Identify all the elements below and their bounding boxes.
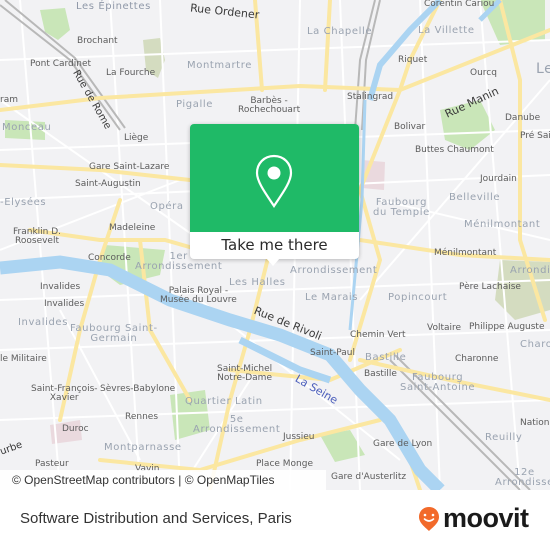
- map-label-liege: Liège: [124, 133, 149, 143]
- map-label-les-halles: Les Halles: [229, 277, 286, 288]
- map-attribution[interactable]: © OpenStreetMap contributors | © OpenMap…: [0, 470, 326, 490]
- map-label-la-chapelle: La Chapelle: [307, 26, 373, 37]
- map-label-5e-line2: Arrondissement: [193, 424, 281, 435]
- map-label-franklin-roosevelt: Franklin D. Roosevelt: [13, 228, 61, 246]
- map-label-place-monge: Place Monge: [256, 459, 314, 469]
- moovit-wordmark: moovit: [443, 503, 529, 533]
- map-label-philippe-auguste: Philippe Auguste: [469, 322, 545, 332]
- map-label-palais-royal: Palais Royal - Musée du Louvre: [160, 287, 237, 305]
- map-label-saint-augustin: Saint-Augustin: [75, 179, 141, 189]
- map-label-belleville: Belleville: [449, 192, 501, 203]
- map-label-madeleine: Madeleine: [109, 223, 156, 233]
- map[interactable]: Les Épinettes Rue Ordener La Chapelle Co…: [0, 0, 550, 490]
- map-label-corentin-cariou: Corentin Cariou: [424, 0, 495, 9]
- map-label-buttes-chaumont: Buttes Chaumont: [415, 145, 494, 155]
- map-label-danube: Danube: [505, 113, 541, 123]
- map-label-20e-arrondissement: Arrondi: [510, 265, 550, 276]
- map-label-rennes: Rennes: [125, 412, 159, 422]
- take-me-there-button[interactable]: Take me there: [190, 232, 359, 259]
- map-label-palais-royal-line2: Musée du Louvre: [160, 295, 237, 305]
- map-label-duroc: Duroc: [62, 424, 89, 434]
- map-label-faubourg-saint-antoine: Faubourg Saint-Antoine: [400, 373, 475, 393]
- map-label-ourcq: Ourcq: [470, 68, 497, 78]
- map-label-montparnasse: Montparnasse: [104, 442, 182, 453]
- map-label-voltaire: Voltaire: [427, 323, 462, 333]
- map-label-jourdain: Jourdain: [480, 174, 517, 184]
- map-label-chemin-vert: Chemin Vert: [350, 330, 406, 340]
- map-label-riquet: Riquet: [398, 55, 428, 65]
- map-label-invalides-1: Invalides: [40, 282, 81, 292]
- map-label-bastille: Bastille: [364, 369, 397, 379]
- map-label-sfx-line2: Xavier: [49, 393, 79, 403]
- popup-header[interactable]: [190, 124, 359, 232]
- map-label-montmartre: Montmartre: [187, 60, 252, 71]
- map-label-gare-de-lyon: Gare de Lyon: [373, 439, 433, 449]
- map-label-1er-line2: Arrondissement: [135, 261, 223, 272]
- map-label-pont-cardinet: Pont Cardinet: [30, 59, 92, 69]
- map-label-gare-saint-lazare: Gare Saint-Lazare: [89, 162, 170, 172]
- map-label-le-marais: Le Marais: [305, 292, 359, 303]
- map-label-faubourg-du-temple: Faubourg du Temple: [373, 198, 430, 218]
- map-label-pere-lachaise: Père Lachaise: [459, 282, 521, 292]
- map-label-12e-arrondissement: 12e Arrondisse: [495, 468, 550, 488]
- map-label-austerlitz: Gare d'Austerlitz: [331, 472, 407, 482]
- map-label-saint-francois-xavier: Saint-François- Xavier: [31, 385, 98, 403]
- map-label-ecole-militaire: le Militaire: [0, 354, 47, 364]
- place-name: Software Distribution and Services, Pari…: [20, 510, 292, 527]
- map-label-elysees: -Elysées: [0, 197, 47, 208]
- map-label-les-epinettes: Les Épinettes: [76, 1, 151, 12]
- map-label-concorde: Concorde: [88, 253, 131, 263]
- moovit-logo[interactable]: moovit: [418, 503, 529, 534]
- map-label-barbes-rochechouart: Barbès - Rochechouart: [238, 97, 300, 115]
- map-label-franklin-line2: Roosevelt: [15, 236, 59, 246]
- map-label-nation: Nation: [520, 418, 550, 428]
- map-label-la-villette: La Villette: [418, 25, 475, 36]
- map-label-charonne-district: Charo: [520, 339, 550, 350]
- map-label-menilmontant-district: Ménilmontant: [464, 219, 541, 230]
- park-batignolles: [40, 8, 70, 40]
- map-label-menilmontant-station: Ménilmontant: [434, 248, 497, 258]
- location-popup[interactable]: Take me there: [190, 124, 359, 266]
- map-label-pasteur: Pasteur: [35, 459, 69, 469]
- map-label-popincourt: Popincourt: [388, 292, 448, 303]
- map-label-la-fourche: La Fourche: [106, 68, 156, 78]
- footer-bar: Software Distribution and Services, Pari…: [0, 490, 550, 550]
- map-label-le: Le: [536, 61, 550, 77]
- map-label-invalides-2: Invalides: [44, 299, 85, 309]
- map-label-pre-saint: Pré Saint: [520, 131, 550, 141]
- map-label-saint-paul: Saint-Paul: [310, 348, 355, 358]
- map-label-quartier-latin: Quartier Latin: [185, 396, 263, 407]
- map-label-ram: ram: [0, 95, 18, 105]
- map-label-stalingrad: Stalingrad: [347, 92, 394, 102]
- map-label-12e-line2: Arrondisse: [495, 477, 550, 488]
- map-label-brochant: Brochant: [77, 36, 118, 46]
- map-label-invalides-district: Invalides: [18, 317, 68, 328]
- map-label-fsg-line2: Germain: [90, 333, 138, 344]
- map-label-bolivar: Bolivar: [394, 122, 426, 132]
- map-label-fsa-line2: Saint-Antoine: [400, 382, 476, 393]
- map-label-charonne: Charonne: [455, 354, 499, 364]
- map-label-faubourg-saint-germain: Faubourg Saint- Germain: [70, 324, 158, 344]
- map-label-saint-michel-line2: Notre-Dame: [217, 373, 272, 383]
- map-label-reuilly: Reuilly: [485, 432, 523, 443]
- map-label-faubourg-du-temple-line2: du Temple: [373, 207, 430, 218]
- map-label-jussieu: Jussieu: [283, 432, 315, 442]
- popup-pointer: [266, 258, 280, 266]
- map-label-barbes-line2: Rochechouart: [238, 105, 301, 115]
- map-pin-icon: [255, 154, 293, 208]
- moovit-logo-pin-icon: [419, 506, 439, 531]
- map-label-monceau: Monceau: [2, 122, 52, 133]
- map-label-opera: Opéra: [150, 201, 184, 212]
- map-label-3e-arrondissement: Arrondissement: [290, 265, 378, 276]
- map-label-pigalle: Pigalle: [176, 99, 213, 110]
- map-label-sevres-babylone: Sèvres-Babylone: [100, 384, 176, 394]
- map-label-saint-michel: Saint-Michel Notre-Dame: [217, 365, 272, 383]
- map-label-bastille-district: Bastille: [365, 352, 407, 363]
- map-label-5e-arrondissement: 5e Arrondissement: [193, 415, 280, 435]
